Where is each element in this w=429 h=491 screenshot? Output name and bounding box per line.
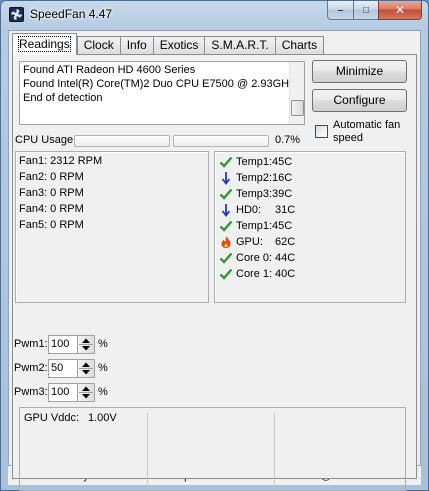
window-maximize-button[interactable]: □ [353,1,378,20]
window-minimize-button[interactable]: – [327,1,353,20]
tab-charts-label: Charts [281,38,318,52]
tab-smart-label: S.M.A.R.T. [211,38,269,52]
temp-name: Temp1: [236,220,273,232]
cpu-usage-bar-core1 [74,135,170,147]
column-divider [274,413,275,487]
check-icon [219,220,233,232]
speedfan-window: SpeedFan 4.47 – □ ✕ Readings Clock Info … [0,0,429,491]
pwm-unit: % [98,386,108,398]
configure-button[interactable]: Configure [312,89,407,112]
temp-name: Temp3: [236,188,273,200]
pwm3-spinbox[interactable]: 100 [48,383,95,402]
check-icon [219,252,233,264]
tab-exotics[interactable]: Exotics [152,36,205,55]
minimize-button[interactable]: Minimize [312,60,407,83]
arrow-down-icon [221,172,231,185]
voltages-panel: GPU Vddc: 1.00V [19,407,406,491]
pwm-unit: % [98,338,108,350]
temp-value: 40C [275,268,296,280]
temp-value: 62C [275,236,296,248]
tab-clock[interactable]: Clock [76,36,120,55]
temp-reading: Temp2: 16C [219,170,292,186]
check-icon [219,268,233,280]
fan-reading: Fan5: 0 RPM [19,219,84,231]
temp-reading: Temp3: 39C [219,186,292,202]
temp-value: 39C [272,188,293,200]
cpu-usage-value: 0.7% [275,134,301,146]
temp-value: 45C [272,156,293,168]
fan-reading: Fan3: 0 RPM [19,187,84,199]
window-title: SpeedFan 4.47 [30,7,113,21]
log-line: Found Intel(R) Core(TM)2 Duo CPU E7500 @… [23,78,295,90]
pwm-value: 50 [51,362,64,374]
tab-smart[interactable]: S.M.A.R.T. [204,36,275,55]
automatic-fan-speed-label-2: speed [333,132,363,144]
fans-panel: Fan1: 2312 RPM Fan2: 0 RPM Fan3: 0 RPM F… [15,151,209,303]
check-icon [219,156,233,168]
column-divider [147,413,148,487]
spin-arrows-icon[interactable] [77,384,94,401]
pwm-unit: % [98,362,108,374]
temp-reading: Temp1: 45C [219,218,292,234]
automatic-fan-speed-checkbox[interactable] [315,125,328,138]
temp-reading: HD0: 31C [219,202,295,218]
spin-arrows-icon[interactable] [77,336,94,353]
gpu-vddc-label: GPU Vddc: [24,412,80,424]
cpu-usage-label: CPU Usage [15,134,74,146]
maximize-icon: □ [362,4,370,16]
tab-charts[interactable]: Charts [274,36,325,55]
pwm-label: Pwm1: [14,338,48,350]
flame-icon [221,236,231,248]
readings-panel: Found ATI Radeon HD 4600 Series Found In… [12,54,417,491]
fan-reading: Fan4: 0 RPM [19,203,84,215]
temp-name: Core 0: [236,252,273,264]
tab-readings[interactable]: Readings [12,33,77,55]
tab-clock-label: Clock [83,38,114,52]
tab-info-label: Info [126,38,147,52]
temp-reading: Core 0: 44C [219,250,295,266]
automatic-fan-speed-label: Automatic fan [333,119,401,131]
temp-reading: Temp1: 45C [219,154,292,170]
tab-exotics-label: Exotics [159,38,199,52]
temp-value: 31C [275,204,296,216]
arrow-down-icon [221,204,231,217]
pwm-label: Pwm2: [14,362,48,374]
pwm-label: Pwm3: [14,386,48,398]
pwm-value: 100 [51,338,70,350]
scrollbar-thumb[interactable] [291,100,304,116]
speedfan-app-icon[interactable] [9,7,24,22]
pwm2-spinbox[interactable]: 50 [48,359,95,378]
pwm1-spinbox[interactable]: 100 [48,335,95,354]
window-close-button[interactable]: ✕ [378,1,422,20]
temp-value: 45C [272,220,293,232]
log-line: Found ATI Radeon HD 4600 Series [23,64,196,76]
gpu-vddc-value: 1.00V [88,412,117,424]
minimize-icon: – [337,4,344,16]
tab-readings-label: Readings [18,36,71,52]
temp-reading: Core 1: 40C [219,266,295,282]
check-icon [219,188,233,200]
temp-name: Temp2: [236,172,273,184]
log-line: End of detection [23,92,103,104]
temp-name: HD0: [236,204,262,216]
fan-reading: Fan2: 0 RPM [19,171,84,183]
temp-value: 16C [272,172,293,184]
tab-info[interactable]: Info [119,36,153,55]
log-scrollbar[interactable] [289,62,304,124]
pwm-value: 100 [51,386,70,398]
close-icon: ✕ [394,3,406,17]
cpu-usage-bar-core2 [173,135,269,147]
client-area: Readings Clock Info Exotics S.M.A.R.T. C… [8,30,421,491]
temp-name: GPU: [236,236,263,248]
temp-value: 44C [275,252,296,264]
detection-log[interactable]: Found ATI Radeon HD 4600 Series Found In… [19,61,305,125]
temperatures-panel: Temp1: 45C Temp2: 16C Temp3: 39C HD0: 31… [214,151,406,303]
tab-strip: Readings Clock Info Exotics S.M.A.R.T. C… [12,33,325,55]
fan-reading: Fan1: 2312 RPM [19,155,103,167]
title-bar[interactable]: SpeedFan 4.47 – □ ✕ [1,1,428,27]
spin-arrows-icon[interactable] [77,360,94,377]
temp-name: Temp1: [236,156,273,168]
temp-reading: GPU: 62C [219,234,295,250]
temp-name: Core 1: [236,268,273,280]
